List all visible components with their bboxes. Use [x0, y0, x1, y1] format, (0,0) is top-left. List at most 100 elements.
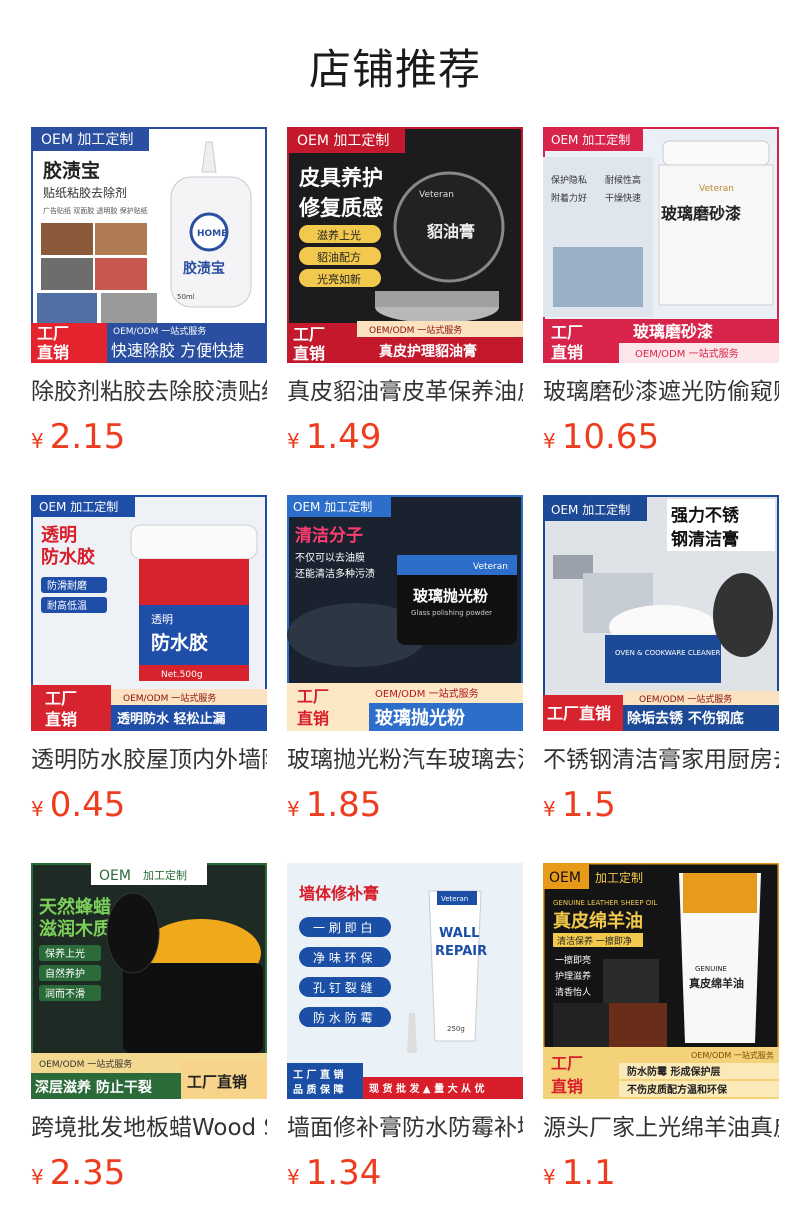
svg-text:清洁保养 一擦即净: 清洁保养 一擦即净	[557, 935, 632, 947]
svg-text:防滑耐磨: 防滑耐磨	[47, 579, 87, 592]
product-price: ¥1.34	[287, 1153, 381, 1199]
page-title: 店铺推荐	[308, 45, 481, 94]
svg-text:保养上光: 保养上光	[45, 947, 85, 960]
svg-text:貂油膏: 貂油膏	[426, 222, 475, 241]
product-name[interactable]: 墙面修补膏防水防霉补墙膏	[287, 1113, 523, 1143]
svg-text:透明: 透明	[41, 525, 77, 546]
product-image[interactable]: OEM 加工定制 清洁分子 不仅可以去油膜 还能清洁多种污渍 Veteran 玻…	[287, 495, 523, 731]
svg-text:工厂: 工厂	[551, 1054, 583, 1073]
svg-text:润而不滑: 润而不滑	[45, 987, 85, 1000]
svg-text:一 刷 即 白: 一 刷 即 白	[313, 920, 372, 935]
product-card[interactable]: OEM 加工定制 GENUINE LEATHER SHEEP OIL 真皮绵羊油…	[543, 863, 779, 1231]
svg-text:胶渍宝: 胶渍宝	[183, 260, 225, 277]
product-name[interactable]: 不锈钢清洁膏家用厨房去污	[543, 745, 779, 775]
product-price: ¥0.45	[31, 785, 125, 831]
svg-text:直销: 直销	[297, 709, 329, 728]
svg-text:耐高低温: 耐高低温	[47, 599, 87, 612]
svg-text:250g: 250g	[447, 1025, 465, 1033]
svg-text:OEM/ODM 一站式服务: OEM/ODM 一站式服务	[635, 347, 739, 360]
svg-text:真皮护理貂油膏: 真皮护理貂油膏	[379, 343, 477, 360]
product-name[interactable]: 透明防水胶屋顶内外墙防漏	[31, 745, 267, 775]
product-name[interactable]: 真皮貂油膏皮革保养油皮具护理	[287, 377, 523, 407]
product-card[interactable]: OEM 加工定制 天然蜂蜡 滋润木质 保养上光 自然养护 润而不滑 OEM/OD…	[31, 863, 267, 1231]
svg-text:护理滋养: 护理滋养	[555, 970, 591, 982]
svg-text:工厂: 工厂	[293, 325, 325, 344]
currency-symbol: ¥	[287, 1165, 300, 1189]
svg-text:贴纸粘胶去除剂: 贴纸粘胶去除剂	[43, 185, 127, 200]
product-card[interactable]: OEM 加工定制 皮具养护 修复质感 滋养上光 貂油配方 光亮如新 Vetera…	[287, 127, 523, 495]
svg-text:直销: 直销	[551, 1077, 583, 1096]
product-image[interactable]: OEM 加工定制 GENUINE LEATHER SHEEP OIL 真皮绵羊油…	[543, 863, 779, 1099]
svg-text:直销: 直销	[45, 710, 77, 729]
svg-text:玻璃抛光粉: 玻璃抛光粉	[413, 587, 488, 605]
product-image[interactable]: 墙体修补膏 一 刷 即 白 净 味 环 保 孔 钉 裂 缝 防 水 防 霉 Ve…	[287, 863, 523, 1099]
currency-symbol: ¥	[287, 429, 300, 453]
svg-text:皮具养护: 皮具养护	[299, 166, 383, 190]
svg-text:强力不锈: 强力不锈	[671, 505, 740, 526]
svg-text:直销: 直销	[37, 343, 69, 362]
svg-text:除垢去锈 不伤钢底: 除垢去锈 不伤钢底	[627, 710, 744, 727]
product-image[interactable]: OEM 加工定制 强力不锈 钢清洁膏 OVEN & COOKWARE CLEAN…	[543, 495, 779, 731]
currency-symbol: ¥	[543, 797, 556, 821]
svg-text:WALL: WALL	[439, 926, 479, 941]
svg-text:OEM/ODM 一站式服务: OEM/ODM 一站式服务	[639, 693, 732, 705]
svg-text:滋养上光: 滋养上光	[317, 228, 361, 242]
svg-text:防水防霉 形成保护层: 防水防霉 形成保护层	[627, 1065, 720, 1078]
product-name[interactable]: 玻璃抛光粉汽车玻璃去油膜	[287, 745, 523, 775]
product-card[interactable]: OEM 加工定制 清洁分子 不仅可以去油膜 还能清洁多种污渍 Veteran 玻…	[287, 495, 523, 863]
currency-symbol: ¥	[287, 797, 300, 821]
svg-text:现 货 批 发 ▲ 量 大 从 优: 现 货 批 发 ▲ 量 大 从 优	[369, 1082, 485, 1095]
currency-symbol: ¥	[31, 429, 44, 453]
svg-text:附着力好: 附着力好	[551, 192, 587, 204]
svg-text:干燥快速: 干燥快速	[605, 192, 641, 204]
product-image[interactable]: OEM 加工定制 保护隐私 耐候性高 附着力好 干燥快速 Veteran 玻璃磨…	[543, 127, 779, 363]
price-value: 1.85	[305, 785, 382, 825]
svg-text:工 厂 直 销: 工 厂 直 销	[293, 1068, 343, 1081]
svg-text:真皮绵羊油: 真皮绵羊油	[689, 976, 744, 990]
price-value: 2.35	[49, 1153, 126, 1193]
product-name[interactable]: 跨境批发地板蜡Wood Seasoning	[31, 1113, 267, 1143]
svg-text:工厂: 工厂	[45, 689, 77, 708]
svg-text:OEM 加工定制: OEM 加工定制	[293, 499, 372, 514]
svg-text:GENUINE: GENUINE	[695, 965, 727, 973]
product-card[interactable]: OEM 加工定制 透明 防水胶 防滑耐磨 耐高低温 透明 防水胶 Net.500…	[31, 495, 267, 863]
svg-text:保护隐私: 保护隐私	[551, 174, 587, 186]
svg-text:GENUINE LEATHER SHEEP OIL: GENUINE LEATHER SHEEP OIL	[553, 899, 657, 907]
svg-text:清洁分子: 清洁分子	[295, 525, 363, 546]
svg-text:防 水 防 霉: 防 水 防 霉	[313, 1010, 372, 1025]
product-name[interactable]: 源头厂家上光绵羊油真皮护理	[543, 1113, 779, 1143]
product-image[interactable]: OEM 加工定制 透明 防水胶 防滑耐磨 耐高低温 透明 防水胶 Net.500…	[31, 495, 267, 731]
currency-symbol: ¥	[31, 797, 44, 821]
price-value: 1.49	[305, 417, 382, 457]
product-name[interactable]: 除胶剂粘胶去除胶渍贴纸粘胶去除剂	[31, 377, 267, 407]
svg-text:50ml: 50ml	[177, 293, 195, 301]
svg-text:OEM/ODM 一站式服务: OEM/ODM 一站式服务	[113, 325, 206, 337]
product-image[interactable]: OEM 加工定制 胶渍宝 贴纸粘胶去除剂 广告贴纸 双面胶 透明胶 保护贴纸 H…	[31, 127, 267, 363]
product-image[interactable]: OEM 加工定制 天然蜂蜡 滋润木质 保养上光 自然养护 润而不滑 OEM/OD…	[31, 863, 267, 1099]
svg-text:加工定制: 加工定制	[595, 870, 643, 885]
svg-text:OEM/ODM 一站式服务: OEM/ODM 一站式服务	[369, 324, 462, 336]
svg-text:HOME: HOME	[197, 229, 227, 239]
product-card[interactable]: OEM 加工定制 胶渍宝 贴纸粘胶去除剂 广告贴纸 双面胶 透明胶 保护贴纸 H…	[31, 127, 267, 495]
svg-text:OEM/ODM 一站式服务: OEM/ODM 一站式服务	[691, 1050, 774, 1060]
product-card[interactable]: OEM 加工定制 强力不锈 钢清洁膏 OVEN & COOKWARE CLEAN…	[543, 495, 779, 863]
svg-text:OEM 加工定制: OEM 加工定制	[297, 133, 389, 149]
product-image[interactable]: OEM 加工定制 皮具养护 修复质感 滋养上光 貂油配方 光亮如新 Vetera…	[287, 127, 523, 363]
svg-text:直销: 直销	[551, 343, 583, 362]
svg-text:修复质感: 修复质感	[298, 196, 383, 220]
product-card[interactable]: OEM 加工定制 保护隐私 耐候性高 附着力好 干燥快速 Veteran 玻璃磨…	[543, 127, 779, 495]
svg-text:工厂: 工厂	[297, 687, 329, 706]
price-value: 1.1	[561, 1153, 616, 1193]
currency-symbol: ¥	[543, 429, 556, 453]
svg-text:滋润木质: 滋润木质	[39, 918, 111, 940]
svg-text:快速除胶 方便快捷: 快速除胶 方便快捷	[111, 341, 244, 360]
svg-text:Glass polishing powder: Glass polishing powder	[411, 609, 492, 617]
svg-text:防水胶: 防水胶	[41, 546, 95, 568]
svg-text:墙体修补膏: 墙体修补膏	[299, 884, 379, 903]
product-price: ¥2.15	[31, 417, 125, 463]
svg-text:OEM: OEM	[549, 870, 581, 886]
product-card[interactable]: 墙体修补膏 一 刷 即 白 净 味 环 保 孔 钉 裂 缝 防 水 防 霉 Ve…	[287, 863, 523, 1231]
product-name[interactable]: 玻璃磨砂漆遮光防偷窥贴膜	[543, 377, 779, 407]
svg-text:天然蜂蜡: 天然蜂蜡	[39, 896, 111, 918]
svg-text:OEM/ODM 一站式服务: OEM/ODM 一站式服务	[375, 687, 479, 700]
